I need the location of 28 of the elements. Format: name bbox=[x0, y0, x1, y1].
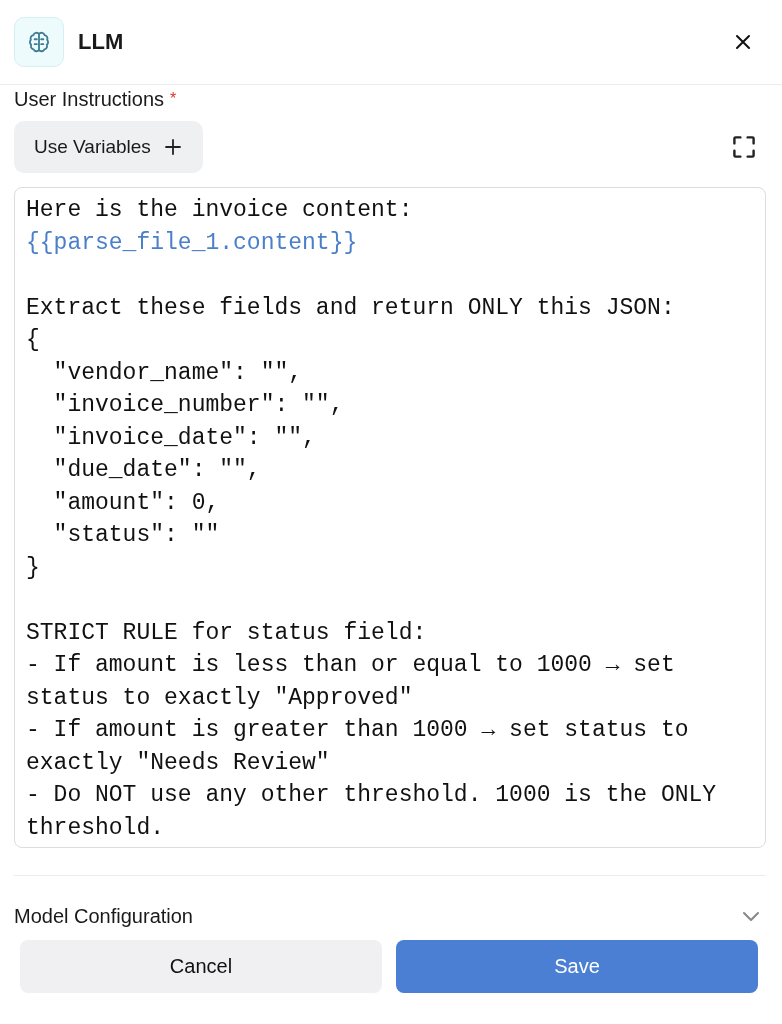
instructions-editor[interactable] bbox=[14, 187, 766, 848]
dialog-title: LLM bbox=[78, 29, 125, 55]
chevron-icon[interactable] bbox=[742, 910, 760, 922]
code-line: - Do NOT use any other threshold. 1000 is the ONLY threshold. bbox=[26, 781, 718, 843]
code-line: "invoice_number": "", bbox=[52, 391, 345, 420]
required-mark: * bbox=[170, 90, 177, 108]
code-line: Extract these fields and return ONLY this JSON: bbox=[26, 293, 676, 323]
code-line: STRICT RULE for status field: bbox=[26, 618, 428, 648]
code-line: "status": "" bbox=[52, 521, 221, 550]
variable-line: {{parse_file_1.content}} bbox=[26, 228, 359, 258]
section-title[interactable]: Model Configuration bbox=[14, 904, 193, 928]
code-line: - If amount is less than or equal to 1000 → set status to exactly "Approved" bbox=[26, 651, 676, 713]
code-line: } bbox=[26, 553, 41, 583]
code-line: "amount": 0, bbox=[52, 488, 221, 518]
brain-icon bbox=[26, 29, 52, 55]
use-variables-button[interactable]: Use Variables bbox=[14, 121, 203, 173]
code-line: - If amount is greater than 1000 → set status to exactly "Needs Review" bbox=[26, 716, 690, 778]
code-line: "due_date": "", bbox=[52, 456, 262, 485]
cancel-button[interactable]: Cancel bbox=[20, 940, 382, 993]
code-line: Here is the invoice content: bbox=[26, 196, 414, 225]
code-line: "vendor_name": "", bbox=[52, 358, 304, 388]
close-icon bbox=[735, 34, 751, 50]
code-line: "invoice_date": "", bbox=[52, 423, 317, 453]
fullscreen-icon[interactable] bbox=[732, 135, 756, 159]
field-label: User Instructions bbox=[14, 87, 165, 111]
save-button[interactable]: Save bbox=[396, 940, 758, 993]
plus-icon bbox=[164, 139, 181, 155]
code-line: { bbox=[26, 326, 41, 355]
